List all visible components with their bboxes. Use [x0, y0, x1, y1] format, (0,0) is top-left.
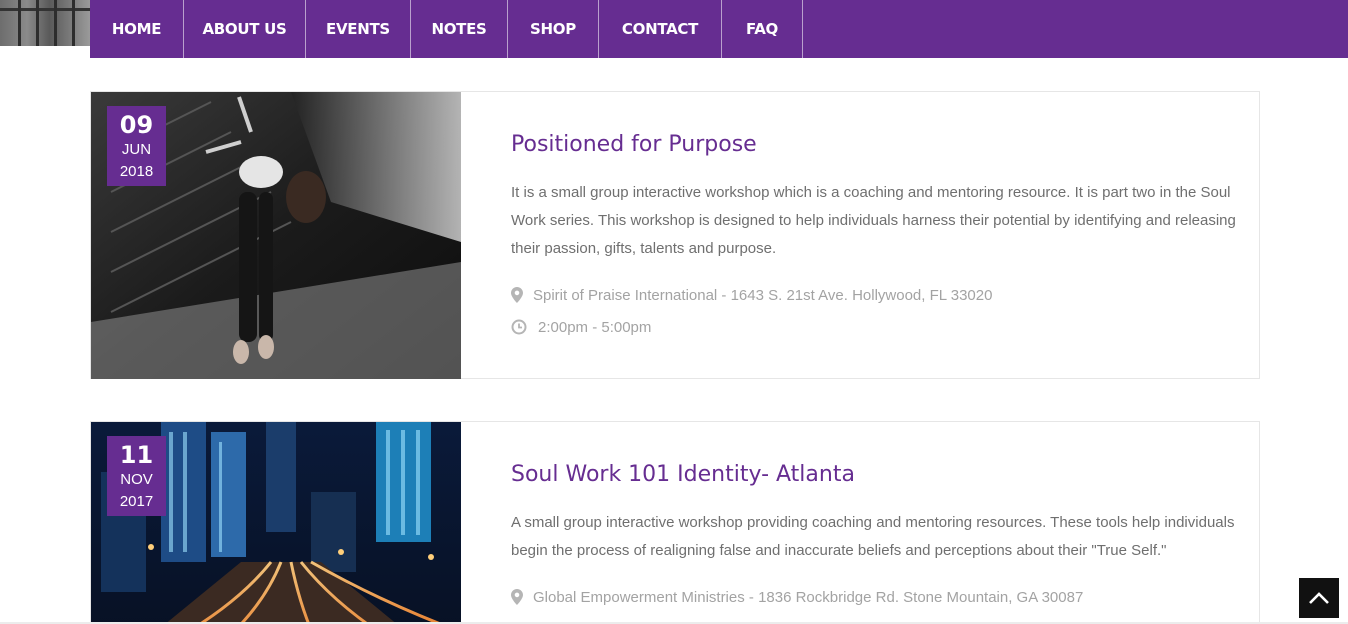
railing-post [72, 0, 75, 46]
event-location-text: Global Empowerment Ministries - 1836 Roc… [533, 588, 1084, 606]
event-card: 11 NOV 2017 Soul Work 101 Identity- Atla… [90, 421, 1260, 624]
clock-icon [511, 319, 527, 335]
event-time: 2:00pm - 5:00pm [511, 315, 1241, 339]
railing-post [18, 0, 21, 46]
event-body: Soul Work 101 Identity- Atlanta A small … [511, 460, 1241, 609]
map-marker-icon [511, 589, 523, 605]
nav-faq[interactable]: FAQ [722, 0, 803, 58]
nav-contact[interactable]: CONTACT [599, 0, 722, 58]
event-location: Spirit of Praise International - 1643 S.… [511, 283, 1241, 307]
event-title[interactable]: Soul Work 101 Identity- Atlanta [511, 460, 1241, 490]
event-year: 2018 [119, 163, 154, 180]
nav-shop[interactable]: SHOP [508, 0, 599, 58]
event-month: JUN [121, 141, 152, 158]
railing-bar [0, 8, 90, 11]
event-time-text: 2:00pm - 5:00pm [538, 318, 652, 336]
scroll-to-top-button[interactable] [1299, 578, 1339, 618]
date-badge: 09 JUN 2018 [107, 106, 166, 186]
chevron-up-icon [1309, 592, 1329, 604]
event-description: A small group interactive workshop provi… [511, 514, 1235, 559]
event-location: Global Empowerment Ministries - 1836 Roc… [511, 585, 1241, 609]
main-nav: HOME ABOUT US EVENTS NOTES SHOP CONTACT … [90, 0, 1348, 58]
event-day: 09 [119, 111, 154, 139]
nav-notes[interactable]: NOTES [411, 0, 508, 58]
railing-post [36, 0, 39, 46]
event-image-city[interactable]: 11 NOV 2017 [91, 422, 461, 624]
event-image-dancer[interactable]: 09 JUN 2018 [91, 92, 461, 379]
event-day: 11 [119, 441, 154, 469]
railing-post [54, 0, 57, 46]
event-year: 2017 [119, 493, 154, 510]
event-title[interactable]: Positioned for Purpose [511, 130, 1241, 160]
event-body: Positioned for Purpose It is a small gro… [511, 130, 1241, 339]
header-photo-fragment [0, 0, 90, 46]
map-marker-icon [511, 287, 523, 303]
nav-about-us[interactable]: ABOUT US [184, 0, 306, 58]
event-location-text: Spirit of Praise International - 1643 S.… [533, 286, 993, 304]
nav-home[interactable]: HOME [90, 0, 184, 58]
nav-events[interactable]: EVENTS [306, 0, 411, 58]
date-badge: 11 NOV 2017 [107, 436, 166, 516]
event-card: 09 JUN 2018 Positioned for Purpose It is… [90, 91, 1260, 379]
event-month: NOV [120, 471, 153, 488]
event-description: It is a small group interactive workshop… [511, 184, 1236, 257]
